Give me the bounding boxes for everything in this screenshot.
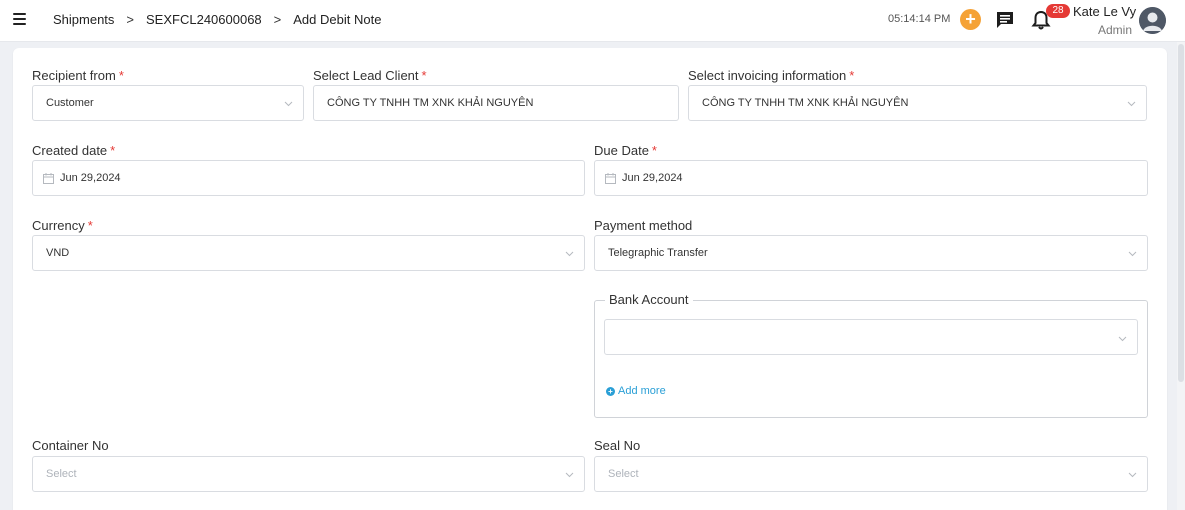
plus-circle-icon: + [606,386,615,396]
currency-value: VND [46,247,70,259]
calendar-icon [605,173,616,184]
chevron-down-icon [565,472,574,478]
recipient-from-value: Customer [46,97,94,109]
user-name[interactable]: Kate Le Vy [1073,4,1136,19]
breadcrumb-separator: > [126,12,135,27]
recipient-from-select[interactable]: Customer [32,85,304,121]
due-date-picker[interactable]: Jun 29,2024 [594,160,1148,196]
quick-add-button[interactable]: + [960,9,981,30]
lead-client-label: Select Lead Client * [313,68,427,83]
currency-label: Currency * [32,218,93,233]
avatar[interactable] [1139,7,1166,34]
user-avatar-icon [1139,7,1166,34]
chevron-down-icon [284,101,293,107]
breadcrumb-current-page: Add Debit Note [293,12,382,27]
lead-client-input[interactable]: CÔNG TY TNHH TM XNK KHẢI NGUYÊN [313,85,679,121]
currency-select[interactable]: VND [32,235,585,271]
seal-no-select[interactable]: Select [594,456,1148,492]
invoicing-info-select[interactable]: CÔNG TY TNHH TM XNK KHẢI NGUYÊN [688,85,1147,121]
created-date-picker[interactable]: Jun 29,2024 [32,160,585,196]
bank-account-group [594,300,1148,418]
payment-method-value: Telegraphic Transfer [608,247,708,259]
lead-client-value: CÔNG TY TNHH TM XNK KHẢI NGUYÊN [327,97,534,109]
user-role: Admin [1098,23,1133,37]
add-more-label: Add more [618,385,666,397]
container-no-select[interactable]: Select [32,456,585,492]
breadcrumb-shipment-id[interactable]: SEXFCL240600068 [146,12,262,27]
due-date-label: Due Date * [594,143,657,158]
chevron-down-icon [1118,336,1127,342]
invoicing-info-label: Select invoicing information * [688,68,855,83]
payment-method-label: Payment method [594,218,693,233]
breadcrumb-separator: > [273,12,282,27]
chevron-down-icon [1128,251,1137,257]
top-bar: Shipments > SEXFCL240600068 > Add Debit … [0,0,1185,42]
recipient-from-label: Recipient from * [32,68,124,83]
breadcrumb-shipments[interactable]: Shipments [53,12,114,27]
container-no-placeholder: Select [46,468,77,480]
chevron-down-icon [565,251,574,257]
notification-count-badge: 28 [1046,4,1070,18]
breadcrumb: Shipments > SEXFCL240600068 > Add Debit … [53,12,381,27]
scrollbar-thumb[interactable] [1178,44,1184,382]
chat-icon[interactable] [995,10,1015,30]
seal-no-placeholder: Select [608,468,639,480]
add-more-bank-account-button[interactable]: + Add more [606,385,666,397]
calendar-icon [43,173,54,184]
chevron-down-icon [1128,472,1137,478]
menu-icon[interactable] [13,13,26,25]
due-date-value: Jun 29,2024 [622,172,683,184]
bank-account-legend: Bank Account [605,292,693,307]
container-no-label: Container No [32,438,109,453]
clock: 05:14:14 PM [888,13,951,25]
invoicing-info-value: CÔNG TY TNHH TM XNK KHẢI NGUYÊN [702,97,909,109]
chevron-down-icon [1127,101,1136,107]
bank-account-select[interactable] [604,319,1138,355]
seal-no-label: Seal No [594,438,641,453]
created-date-value: Jun 29,2024 [60,172,121,184]
created-date-label: Created date * [32,143,116,158]
payment-method-select[interactable]: Telegraphic Transfer [594,235,1148,271]
